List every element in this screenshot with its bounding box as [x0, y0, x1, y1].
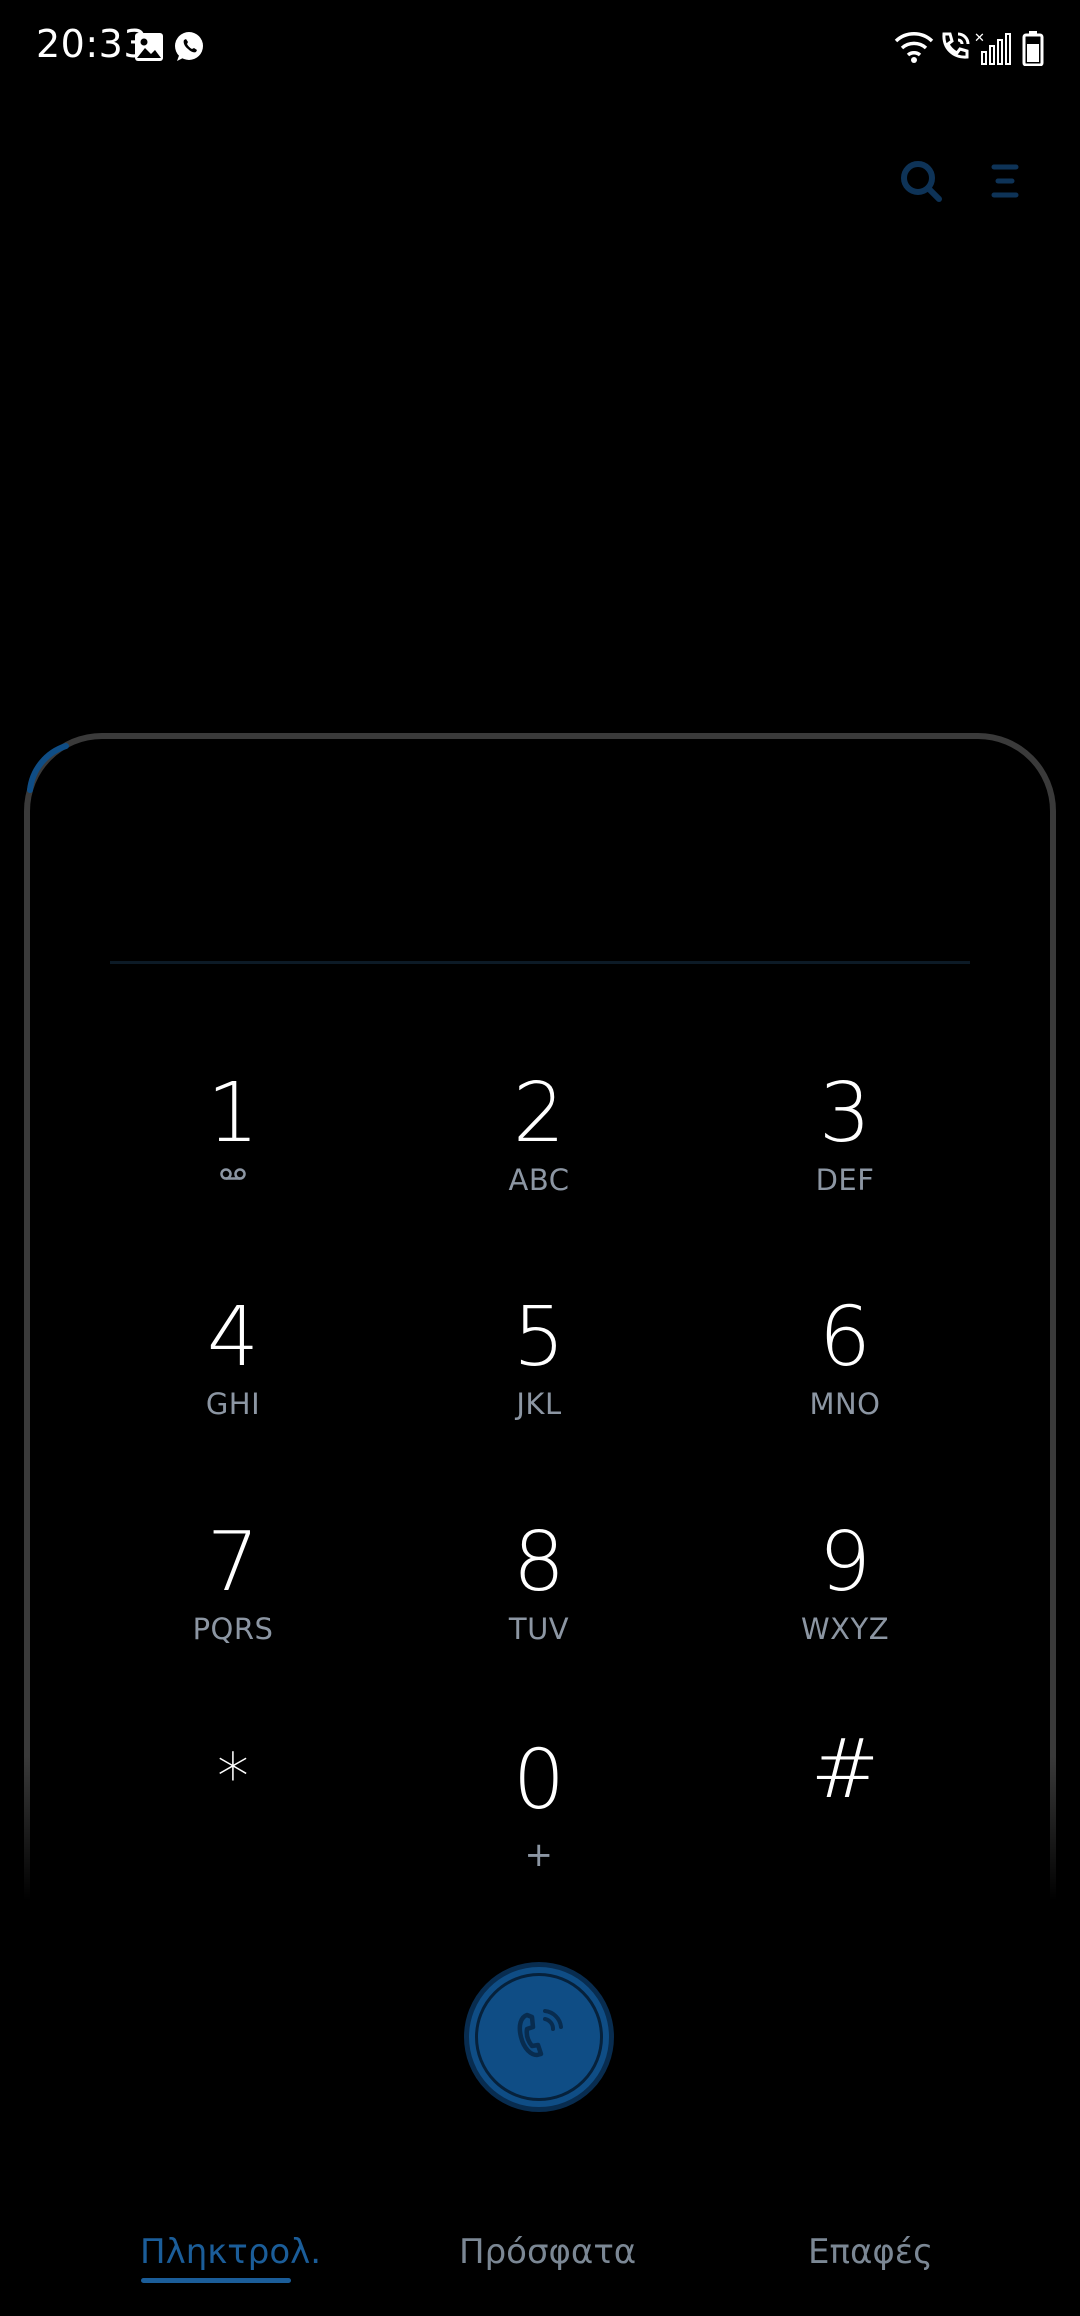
key-0[interactable]: 0 +: [399, 1733, 679, 1903]
key-9[interactable]: 9 WXYZ: [705, 1515, 985, 1685]
key-digit: *: [217, 1741, 249, 1815]
key-digit: 1: [206, 1066, 260, 1161]
wifi-call-icon: [509, 2005, 569, 2069]
wifi-calling-icon: [938, 30, 972, 66]
svg-text:✕: ✕: [974, 31, 985, 46]
tab-contacts[interactable]: Επαφές: [808, 2232, 933, 2272]
key-letters: PQRS: [192, 1612, 274, 1646]
key-digit: #: [810, 1722, 880, 1817]
key-letters: GHI: [205, 1387, 261, 1421]
whatsapp-icon: [172, 30, 206, 66]
key-digit: 6: [818, 1290, 872, 1385]
active-tab-indicator: [141, 2278, 291, 2283]
key-7[interactable]: 7 PQRS: [93, 1515, 373, 1685]
key-letters: DEF: [815, 1163, 875, 1197]
key-digit: 5: [512, 1290, 566, 1385]
key-3[interactable]: 3 DEF: [705, 1066, 985, 1236]
key-4[interactable]: 4 GHI: [93, 1290, 373, 1460]
tab-recents[interactable]: Πρόσφατα: [459, 2232, 636, 2272]
key-digit: 4: [206, 1290, 260, 1385]
key-letters: WXYZ: [800, 1612, 890, 1646]
search-button[interactable]: [888, 150, 954, 216]
key-digit: 7: [206, 1515, 260, 1610]
key-digit: 8: [512, 1515, 566, 1610]
image-icon: [134, 32, 164, 68]
key-digit: 0: [512, 1733, 566, 1828]
key-letters: JKL: [516, 1387, 562, 1421]
wifi-icon: [894, 30, 934, 66]
key-6[interactable]: 6 MNO: [705, 1290, 985, 1460]
key-letters: TUV: [508, 1612, 570, 1646]
key-digit: 3: [818, 1066, 872, 1161]
key-letters: MNO: [809, 1387, 881, 1421]
tab-keypad[interactable]: Πληκτρολ.: [140, 2232, 321, 2272]
number-display-divider: [110, 961, 970, 964]
key-digit: 9: [818, 1515, 872, 1610]
key-2[interactable]: 2 ABC: [399, 1066, 679, 1236]
bottom-nav: Πληκτρολ. Πρόσφατα Επαφές: [0, 2220, 1080, 2316]
panel-corner-accent: [26, 740, 86, 800]
number-display[interactable]: [110, 860, 970, 950]
key-8[interactable]: 8 TUV: [399, 1515, 679, 1685]
key-star[interactable]: *: [93, 1730, 373, 1900]
more-vert-icon: [990, 159, 1020, 207]
key-letters: ABC: [508, 1163, 570, 1197]
battery-icon: [1022, 30, 1044, 67]
key-1[interactable]: 1: [93, 1066, 373, 1236]
status-time: 20:33: [36, 22, 149, 66]
key-5[interactable]: 5 JKL: [399, 1290, 679, 1460]
status-bar: 20:33 ✕: [0, 0, 1080, 96]
key-digit: 2: [512, 1066, 566, 1161]
search-icon: [899, 159, 943, 207]
more-options-button[interactable]: [972, 150, 1038, 216]
key-letters: +: [524, 1835, 554, 1875]
dialer-screen: 20:33 ✕ 1 2 ABC 3 DEF 4 GHI 5 JKL 6 MNO …: [0, 0, 1080, 2316]
signal-no-service-icon: ✕: [974, 30, 1014, 66]
voicemail-icon: [220, 1166, 246, 1185]
call-button[interactable]: [464, 1962, 614, 2112]
key-hash[interactable]: #: [705, 1722, 985, 1892]
